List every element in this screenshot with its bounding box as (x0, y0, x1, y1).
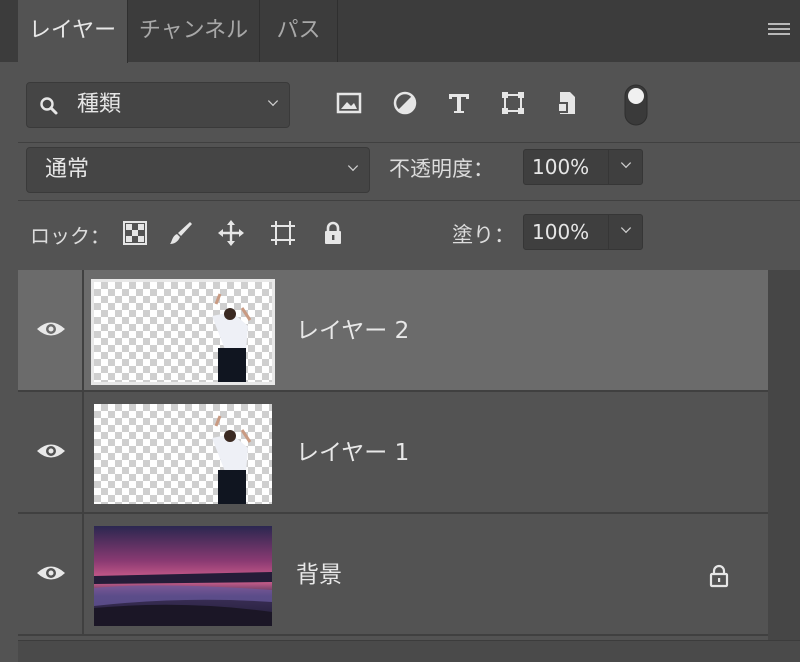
opacity-label: 不透明度： (389, 157, 494, 181)
sunset-photo (94, 526, 272, 626)
lock-all-icon[interactable] (320, 220, 346, 246)
layer-row[interactable]: 背景 (18, 514, 768, 636)
layer-thumbnail[interactable] (94, 404, 272, 504)
visibility-column[interactable] (18, 392, 84, 512)
chevron-down-icon (347, 160, 359, 172)
eye-icon[interactable] (36, 442, 66, 460)
tab-layers[interactable]: レイヤー (18, 0, 128, 63)
layer-lock-icon[interactable] (708, 564, 730, 588)
panel-menu-icon[interactable] (768, 23, 790, 39)
layer-name[interactable]: レイヤー 2 (296, 270, 409, 392)
layers-panel: レイヤー チャンネル パス 種類 通常 不透明度： 100% ロック： 塗り： … (0, 0, 800, 662)
visibility-column[interactable] (18, 270, 84, 390)
shape-filter-icon[interactable] (500, 90, 526, 116)
tab-paths[interactable]: パス (260, 0, 338, 62)
fill-dropdown-button[interactable] (608, 215, 642, 249)
lock-position-icon[interactable] (218, 220, 244, 246)
fill-input[interactable]: 100% (523, 214, 643, 250)
opacity-value[interactable]: 100% (532, 150, 589, 184)
layer-name[interactable]: レイヤー 1 (296, 392, 409, 514)
blend-mode-select[interactable]: 通常 (26, 147, 370, 193)
fill-label: 塗り： (452, 223, 515, 247)
scrollbar-track[interactable] (768, 270, 800, 640)
eye-icon[interactable] (36, 564, 66, 582)
figure-image (212, 415, 252, 504)
visibility-column[interactable] (18, 514, 84, 634)
opacity-input[interactable]: 100% (523, 149, 643, 185)
layer-list: レイヤー 2 レイヤー 1 背景 (18, 270, 768, 640)
type-filter-icon[interactable] (446, 90, 472, 116)
lock-label: ロック： (30, 224, 110, 248)
figure-image (212, 293, 252, 382)
blend-mode-label: 通常 (45, 157, 90, 182)
panel-footer (18, 640, 800, 662)
layer-row[interactable]: レイヤー 1 (18, 392, 768, 514)
layer-thumbnail[interactable] (91, 279, 275, 385)
adjustment-filter-icon[interactable] (392, 90, 418, 116)
eye-icon[interactable] (36, 320, 66, 338)
filter-kind-select[interactable]: 種類 (26, 82, 290, 128)
layer-row[interactable]: レイヤー 2 (18, 270, 768, 392)
filter-toggle-icon[interactable] (624, 84, 648, 126)
fill-value[interactable]: 100% (532, 215, 589, 249)
tab-channels[interactable]: チャンネル (128, 0, 260, 62)
lock-image-pixels-icon[interactable] (168, 220, 194, 246)
opacity-dropdown-button[interactable] (608, 150, 642, 184)
filter-kind-label: 種類 (77, 92, 122, 117)
search-icon (40, 97, 58, 115)
lock-transparent-pixels-icon[interactable] (122, 220, 148, 246)
layer-thumbnail[interactable] (94, 526, 272, 626)
lock-artboard-icon[interactable] (270, 220, 296, 246)
smart-object-filter-icon[interactable] (554, 90, 580, 116)
image-filter-icon[interactable] (336, 90, 362, 116)
chevron-down-icon (267, 95, 279, 107)
layer-name[interactable]: 背景 (296, 514, 342, 636)
panel-tab-bar: レイヤー チャンネル パス (0, 0, 800, 63)
